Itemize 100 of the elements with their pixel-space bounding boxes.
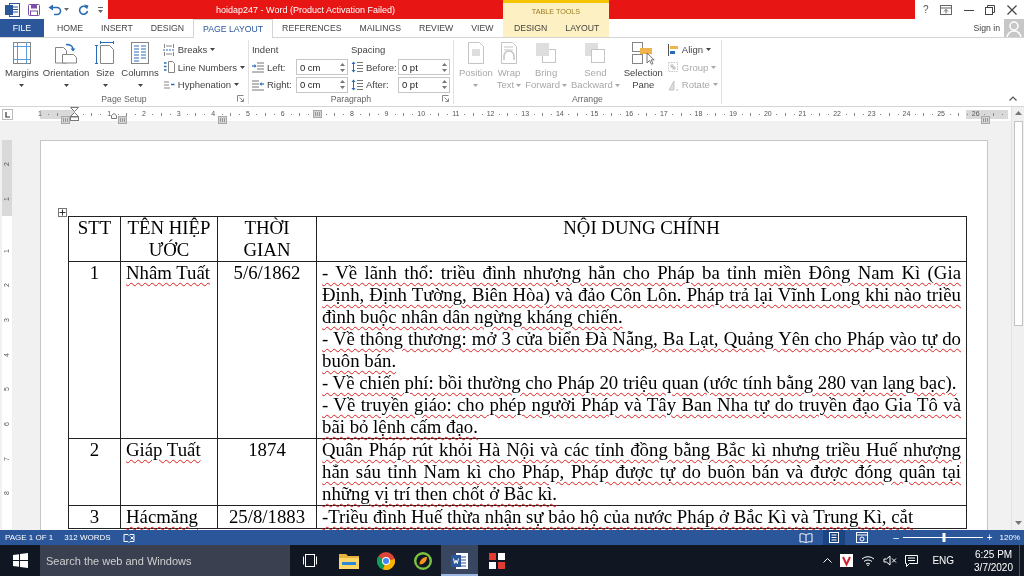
clock-date[interactable]: 3/7/2020 xyxy=(974,560,1013,574)
ribbon-tab[interactable]: FILE xyxy=(0,19,44,37)
caret-icon xyxy=(137,83,143,87)
close-icon[interactable] xyxy=(1007,4,1017,15)
tab-selector-icon[interactable] xyxy=(2,108,13,120)
caret-icon xyxy=(234,83,240,87)
ribbon-button[interactable]: Selection Pane xyxy=(621,40,665,94)
bring-forward-icon xyxy=(534,41,559,65)
spin-field[interactable]: 0 pt xyxy=(397,76,450,93)
column-marker-icon[interactable] xyxy=(980,115,990,124)
field-label: Right: xyxy=(266,79,292,91)
ribbon-tab[interactable]: DESIGN xyxy=(141,19,194,37)
redo-icon[interactable] xyxy=(78,3,89,16)
indent-marker-icon[interactable] xyxy=(70,107,80,121)
ribbon-tab[interactable]: MAILINGS xyxy=(350,19,410,37)
message-icon[interactable] xyxy=(905,554,919,567)
ribbon-tab[interactable]: HOME xyxy=(48,19,93,37)
caret-icon[interactable] xyxy=(64,8,69,11)
field-label: After: xyxy=(365,79,389,91)
spinner-icon[interactable] xyxy=(441,61,447,73)
ribbon-button[interactable]: Size xyxy=(91,40,120,94)
ribbon-button[interactable]: Margins xyxy=(3,40,41,94)
page-orientation-icon xyxy=(54,41,79,65)
spinner-icon[interactable] xyxy=(441,79,447,91)
table-cell: 3 xyxy=(68,505,121,529)
wifi-icon[interactable] xyxy=(861,555,876,566)
indent-right-icon xyxy=(251,78,264,91)
zoom-slider-thumb[interactable] xyxy=(942,533,946,542)
zoom-level[interactable]: 120% xyxy=(999,533,1020,542)
spinner-icon[interactable] xyxy=(339,79,345,91)
dialog-launcher-icon[interactable] xyxy=(441,95,449,103)
word-logo-icon[interactable] xyxy=(5,2,20,17)
ribbon-tab[interactable]: LAYOUT xyxy=(556,19,609,37)
cell-paragraph: -Triều đình Huế thừa nhận sự bảo hộ của nước Pháp ở Bắc Kì và Trung Kì, cắt xyxy=(322,506,915,528)
v-badge-icon[interactable] xyxy=(840,554,854,567)
chevron-up-icon[interactable] xyxy=(1009,96,1017,101)
cell-paragraph: - Về chiến phí: bồi thường cho Pháp 20 triệu quan (ước tính bằng 280 vạn lạng bạc). xyxy=(322,372,958,394)
proofing-book-icon[interactable] xyxy=(122,532,135,543)
document-app-icon[interactable] xyxy=(450,551,469,570)
page-icon xyxy=(829,532,840,543)
stacked-windows-icon[interactable] xyxy=(302,554,318,567)
ribbon-menu-button[interactable]: Breaks xyxy=(162,41,245,59)
rotate-icon xyxy=(666,78,679,91)
caret-icon xyxy=(102,83,108,87)
ribbon-tab[interactable]: PAGE LAYOUT xyxy=(193,19,274,38)
word-count[interactable]: 312 WORDS xyxy=(64,533,111,542)
spin-field[interactable]: 0 cm xyxy=(295,76,348,93)
sign-in-link[interactable]: Sign in xyxy=(973,19,1000,37)
table-cell: 25/8/1883 xyxy=(217,505,317,529)
caret-icon xyxy=(210,48,216,52)
ribbon-tab[interactable]: REVIEW xyxy=(410,19,463,37)
clock-time[interactable]: 6:25 PM xyxy=(974,547,1013,561)
column-marker-icon[interactable] xyxy=(117,115,127,124)
leaf-logo-icon[interactable] xyxy=(413,551,432,570)
folder-icon[interactable] xyxy=(338,552,359,569)
ribbon-button[interactable]: Columns xyxy=(119,40,161,94)
ribbon-menu-button[interactable]: Align xyxy=(666,41,718,59)
ribbon-options-icon[interactable] xyxy=(940,4,953,15)
zoom-out-button[interactable]: – xyxy=(893,532,899,543)
column-marker-icon[interactable] xyxy=(312,110,322,118)
spin-field[interactable]: 0 pt xyxy=(397,59,450,76)
cell-paragraph: - Về thông thương: mở 3 cửa biển Đà Nẵng, Ba Lạt, Quảng Yên cho Pháp vào tự do buôn bán. xyxy=(322,328,961,372)
caret-icon xyxy=(711,65,717,69)
spinner-icon[interactable] xyxy=(339,61,345,73)
undo-icon[interactable] xyxy=(48,3,62,16)
restore-icon[interactable] xyxy=(985,4,996,15)
cell-indent-marker-icon[interactable] xyxy=(111,112,117,119)
column-marker-icon[interactable] xyxy=(60,115,70,124)
ribbon-tab[interactable]: INSERT xyxy=(92,19,142,37)
language-indicator[interactable]: ENG xyxy=(932,555,955,566)
cell-paragraph: Quân Pháp rút khỏi Hà Nội và các tỉnh đồng bằng Bắc kì nhưng triều Huế nhượng hẳn sáu tỉnh Nam kì cho Pháp, Pháp được tự do buôn bán và được đóng quân tại những vị trí then chốt ở Bắc kì. xyxy=(322,439,961,505)
muted-speaker-icon[interactable] xyxy=(883,555,898,566)
caret-icon xyxy=(712,83,718,87)
scroll-up-icon[interactable] xyxy=(1014,111,1022,115)
page-count[interactable]: PAGE 1 OF 1 xyxy=(5,533,54,542)
spin-field[interactable]: 0 cm xyxy=(295,59,348,76)
taskbar-button[interactable] xyxy=(441,545,478,576)
ribbon-button[interactable]: Orientation xyxy=(40,40,92,94)
ribbon-menu-button[interactable]: Hyphenation xyxy=(162,76,245,94)
search-field[interactable]: Search the web and Windows xyxy=(40,545,290,576)
table-move-handle-icon[interactable] xyxy=(58,208,67,217)
circle-logo-icon[interactable] xyxy=(376,551,395,570)
customize-icon[interactable] xyxy=(97,5,104,14)
view-button[interactable] xyxy=(823,530,846,545)
ribbon-menu-button[interactable]: Line Numbers xyxy=(162,58,245,76)
vertical-scrollbar[interactable] xyxy=(1011,107,1024,530)
zoom-in-button[interactable]: + xyxy=(986,532,993,543)
spacing-after-icon xyxy=(350,78,363,91)
ribbon-tab[interactable]: REFERENCES xyxy=(273,19,351,37)
help-button[interactable]: ? xyxy=(923,4,929,15)
column-marker-icon[interactable] xyxy=(217,115,227,124)
dialog-launcher-icon[interactable] xyxy=(236,95,244,103)
ribbon-tab[interactable]: DESIGN xyxy=(505,19,557,37)
open-book-icon xyxy=(799,532,814,543)
scroll-down-icon[interactable] xyxy=(1014,521,1022,525)
ribbon-tab[interactable]: VIEW xyxy=(462,19,503,37)
save-icon[interactable] xyxy=(28,3,40,16)
windows-logo-icon[interactable] xyxy=(12,553,28,568)
tiles-app-icon[interactable] xyxy=(487,551,506,570)
scrollbar-thumb[interactable] xyxy=(1013,121,1023,326)
